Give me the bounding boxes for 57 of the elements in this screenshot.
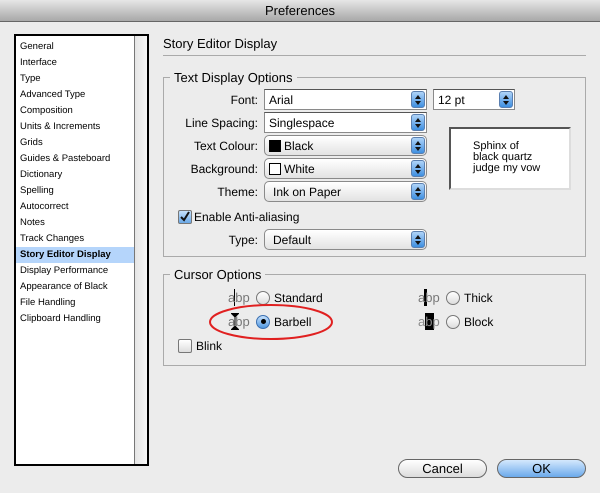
checkbox-label: Enable Anti-aliasing bbox=[194, 209, 300, 226]
field-label: Theme: bbox=[216, 184, 258, 200]
radio-indicator[interactable] bbox=[446, 290, 460, 304]
category-item[interactable]: Composition bbox=[16, 103, 134, 119]
stepper-icon bbox=[411, 160, 425, 177]
category-item[interactable]: Interface bbox=[16, 55, 134, 71]
dropdown[interactable]: 12 pt bbox=[433, 89, 515, 110]
dropdown[interactable]: Arial bbox=[264, 89, 427, 110]
preview-box: Sphinx of black quartz judge my vow bbox=[449, 127, 571, 190]
category-item[interactable]: Track Changes bbox=[16, 231, 134, 247]
panel-title: Story Editor Display bbox=[163, 34, 586, 56]
category-item[interactable]: Units & Increments bbox=[16, 119, 134, 135]
dropdown[interactable]: Black bbox=[264, 135, 427, 156]
category-item[interactable]: Display Performance bbox=[16, 263, 134, 279]
radio-indicator[interactable] bbox=[446, 314, 460, 328]
category-item[interactable]: Grids bbox=[16, 135, 134, 151]
group-title: Text Display Options bbox=[173, 68, 294, 87]
dropdown[interactable]: Singlespace bbox=[264, 112, 427, 133]
category-item[interactable]: Notes bbox=[16, 215, 134, 231]
radio-option[interactable]: Standard bbox=[256, 288, 323, 306]
field-label: Text Colour: bbox=[192, 138, 258, 154]
stepper-icon bbox=[411, 183, 425, 200]
stepper-icon bbox=[411, 231, 425, 248]
category-item[interactable]: Type bbox=[16, 71, 134, 87]
stepper-icon bbox=[411, 91, 425, 108]
radio-option[interactable]: Thick bbox=[446, 288, 493, 306]
category-item[interactable]: Dictionary bbox=[16, 167, 134, 183]
title-bar: Preferences bbox=[0, 0, 600, 22]
dropdown[interactable]: Default bbox=[264, 229, 427, 250]
category-item[interactable]: Spelling bbox=[16, 183, 134, 199]
stepper-icon bbox=[499, 91, 513, 108]
radio-option[interactable]: Barbell bbox=[256, 312, 312, 330]
stepper-icon bbox=[411, 114, 425, 131]
dropdown[interactable]: Ink on Paper bbox=[264, 181, 427, 202]
field-label: Line Spacing: bbox=[184, 114, 258, 132]
dropdown[interactable]: White bbox=[264, 158, 427, 179]
checkbox-label: Blink bbox=[196, 338, 222, 354]
category-item[interactable]: Autocorrect bbox=[16, 199, 134, 215]
radio-indicator[interactable] bbox=[256, 290, 270, 304]
category-item[interactable]: Guides & Pasteboard bbox=[16, 151, 134, 167]
checkbox[interactable] bbox=[178, 338, 192, 352]
category-item[interactable]: General bbox=[16, 39, 134, 55]
field-label: Type: bbox=[228, 232, 258, 248]
category-item[interactable]: Advanced Type bbox=[16, 87, 134, 103]
category-item[interactable]: Appearance of Black bbox=[16, 279, 134, 295]
category-item[interactable]: File Handling bbox=[16, 295, 134, 311]
radio-option[interactable]: Block bbox=[446, 312, 494, 330]
dialog-button[interactable]: OK bbox=[497, 459, 586, 478]
field-label: Background: bbox=[190, 160, 258, 178]
checkbox[interactable] bbox=[178, 210, 192, 224]
category-item[interactable]: Clipboard Handling bbox=[16, 311, 134, 327]
stepper-icon bbox=[411, 137, 425, 154]
group-title: Cursor Options bbox=[173, 266, 262, 284]
radio-indicator[interactable] bbox=[256, 314, 270, 328]
dialog-button[interactable]: Cancel bbox=[398, 459, 487, 478]
field-label: Font: bbox=[230, 92, 258, 108]
category-item[interactable]: Story Editor Display bbox=[16, 247, 134, 263]
